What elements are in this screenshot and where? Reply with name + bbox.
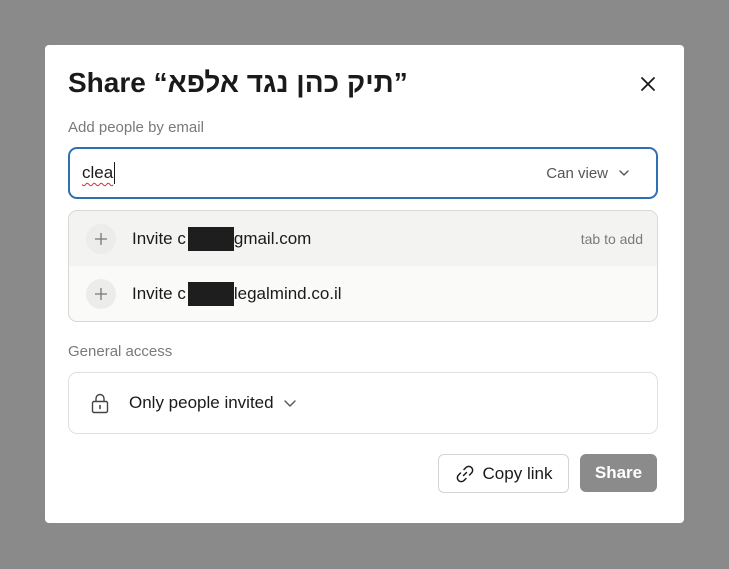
add-people-label: Add people by email: [68, 119, 204, 136]
email-input[interactable]: clea Can view: [68, 147, 658, 199]
suggestion-domain: gmail.com: [233, 228, 312, 248]
suggestion-prefix: Invite c: [132, 283, 186, 303]
email-input-value: clea: [82, 163, 114, 182]
link-icon: [456, 465, 473, 482]
dialog-title: Share “תיק כהן נגד אלפא”: [68, 67, 408, 98]
suggestion-label: Invite c legalmind.co.il: [132, 281, 342, 306]
permission-label: Can view: [546, 164, 608, 182]
share-button[interactable]: Share: [580, 454, 657, 492]
general-access-dropdown[interactable]: Only people invited: [68, 372, 658, 434]
close-button[interactable]: [635, 71, 661, 97]
plus-icon: [86, 278, 116, 309]
chevron-down-icon: [619, 170, 629, 176]
chevron-down-icon: [283, 400, 296, 407]
suggestion-item[interactable]: Invite c gmail.com tab to add: [69, 211, 657, 266]
suggestion-prefix: Invite c: [132, 228, 186, 248]
copy-link-label: Copy link: [482, 463, 553, 483]
suggestion-label: Invite c gmail.com: [132, 226, 312, 251]
lock-icon: [91, 393, 109, 414]
permission-dropdown[interactable]: Can view: [546, 149, 630, 197]
general-access-value: Only people invited: [129, 393, 274, 412]
suggestions-list: Invite c gmail.com tab to add Invite c l…: [68, 210, 658, 322]
copy-link-button[interactable]: Copy link: [438, 454, 569, 493]
plus-icon: [86, 223, 116, 254]
share-dialog: Share “תיק כהן נגד אלפא” Add people by e…: [45, 45, 684, 523]
text-caret: [114, 162, 116, 184]
suggestion-domain: legalmind.co.il: [233, 283, 342, 303]
general-access-label: General access: [68, 343, 173, 360]
tab-hint: tab to add: [580, 230, 643, 247]
share-label: Share: [594, 463, 643, 482]
suggestion-item[interactable]: Invite c legalmind.co.il: [69, 266, 657, 321]
redaction-box: [187, 226, 234, 251]
close-icon: [641, 77, 655, 91]
redaction-box: [187, 281, 234, 306]
